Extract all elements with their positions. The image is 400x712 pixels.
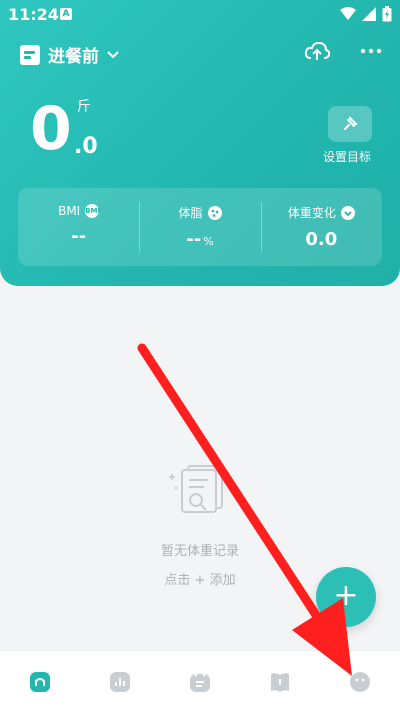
- add-record-button[interactable]: +: [316, 567, 376, 627]
- bmi-info-icon: BMI: [85, 204, 100, 218]
- book-icon: [271, 672, 289, 692]
- home-icon: [30, 671, 50, 692]
- set-goal-label: 设置目标: [322, 150, 371, 164]
- stats-card: BMI BMI -- 体脂 --% 体重变化 0.0: [18, 188, 382, 266]
- status-bar: 11:24 A: [0, 0, 400, 30]
- tab-stats[interactable]: [100, 662, 140, 702]
- weight-unit: 斤: [77, 99, 91, 115]
- stat-fat-unit: %: [203, 235, 214, 248]
- stat-bmi-label: BMI: [58, 204, 81, 218]
- signal-icon: [362, 7, 376, 21]
- pin-icon: [344, 116, 358, 130]
- stat-bmi-value: --: [71, 226, 87, 247]
- tab-profile[interactable]: [340, 662, 380, 702]
- tab-tips[interactable]: [260, 662, 300, 702]
- stat-change-value: 0.0: [305, 229, 338, 250]
- bar-chart-icon: [110, 671, 130, 692]
- record-icon: [20, 44, 40, 65]
- calendar-icon: [190, 671, 210, 692]
- empty-message: 暂无体重记录: [160, 544, 239, 559]
- stat-weight-change[interactable]: 体重变化 0.0: [260, 188, 382, 266]
- stat-fat-value: --: [186, 229, 202, 250]
- stat-change-label: 体重变化: [287, 206, 336, 220]
- goal-button-bg: [328, 106, 372, 142]
- face-icon: [350, 671, 370, 692]
- weight-decimal: .0: [74, 134, 98, 159]
- set-goal-button[interactable]: 设置目标: [323, 106, 374, 165]
- status-time: 11:24: [8, 5, 59, 24]
- empty-records-icon: [169, 465, 223, 513]
- bottom-tab-bar: [0, 650, 400, 712]
- status-indicators: [340, 6, 392, 22]
- wifi-icon: [340, 7, 356, 20]
- stat-body-fat[interactable]: 体脂 --%: [139, 188, 260, 266]
- stat-change-label-row: 体重变化: [261, 204, 382, 221]
- tab-home[interactable]: [20, 662, 60, 702]
- weight-integer: 0: [30, 94, 72, 164]
- stat-fat-label-row: 体脂: [139, 204, 260, 221]
- cloud-upload-icon[interactable]: [304, 40, 330, 62]
- meal-label: 进餐前: [48, 47, 99, 67]
- header-actions: [304, 40, 382, 62]
- chevron-down-icon: [340, 205, 355, 220]
- app-notification-icon: A: [60, 8, 72, 20]
- stat-bmi[interactable]: BMI BMI --: [18, 188, 139, 266]
- more-options-icon[interactable]: [360, 48, 382, 54]
- stat-fat-value-row: --%: [139, 229, 260, 250]
- info-icon: [207, 205, 222, 220]
- stat-bmi-label-row: BMI BMI: [18, 204, 139, 218]
- current-weight: 0 斤 .0: [30, 94, 98, 164]
- tab-records[interactable]: [180, 662, 220, 702]
- chevron-down-icon: [107, 50, 119, 58]
- meal-selector[interactable]: 进餐前: [20, 42, 119, 67]
- battery-icon: [382, 6, 392, 22]
- stat-fat-label: 体脂: [178, 206, 203, 220]
